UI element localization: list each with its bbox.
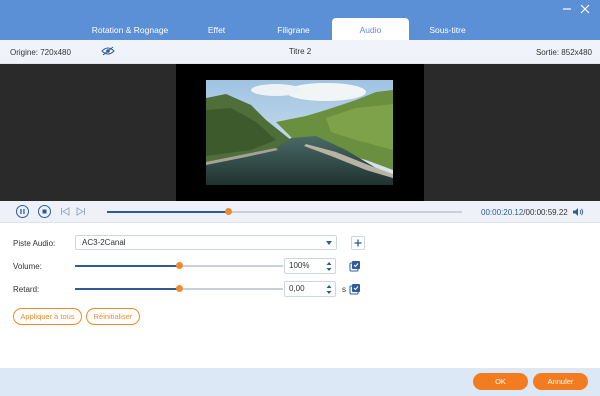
cancel-button[interactable]: Annuler xyxy=(533,373,588,390)
audio-track-select[interactable]: AC3-2Canal xyxy=(75,235,337,250)
delay-unit: s xyxy=(342,285,346,294)
video-frame xyxy=(176,64,424,201)
apply-delay-icon[interactable] xyxy=(349,283,361,295)
delay-label: Retard: xyxy=(13,285,40,294)
total-time: /00:00:59.22 xyxy=(523,208,568,217)
timeline-slider[interactable] xyxy=(107,208,462,215)
timeline-progress xyxy=(107,211,228,213)
delay-slider-handle[interactable] xyxy=(176,285,183,292)
output-resolution: Sortie: 852x480 xyxy=(535,48,592,57)
next-frame-button[interactable] xyxy=(76,207,86,216)
audio-track-label: Piste Audio: xyxy=(13,239,56,248)
footer-bar: OK Annuler xyxy=(0,368,600,396)
volume-value: 100% xyxy=(289,261,310,270)
volume-slider-handle[interactable] xyxy=(176,262,183,269)
delay-value: 0,00 xyxy=(289,284,305,293)
delay-slider[interactable] xyxy=(75,285,283,292)
info-bar: Origine: 720x480 Titre 2 Sortie: 852x480 xyxy=(0,40,600,64)
ok-button[interactable]: OK xyxy=(473,373,528,390)
title-bar: Rotation & Rognage Effet Filigrane Audio… xyxy=(0,0,600,40)
tab-filigrane[interactable]: Filigrane xyxy=(255,18,332,40)
pause-icon xyxy=(20,209,25,214)
video-title: Titre 2 xyxy=(288,47,312,56)
plus-icon xyxy=(354,239,362,247)
audio-settings-panel: Piste Audio: AC3-2Canal Volume: 100% Ret… xyxy=(0,223,600,368)
volume-label: Volume: xyxy=(13,262,42,271)
pause-button[interactable] xyxy=(16,205,29,218)
tab-sous-titre[interactable]: Sous-titre xyxy=(409,18,486,40)
tab-bar: Rotation & Rognage Effet Filigrane Audio… xyxy=(82,18,486,40)
volume-slider-fill xyxy=(75,265,179,267)
apply-volume-icon[interactable] xyxy=(349,260,361,272)
tab-rotation[interactable]: Rotation & Rognage xyxy=(82,18,178,40)
delay-slider-fill xyxy=(75,288,179,290)
volume-spinbox[interactable]: 100% xyxy=(284,258,336,274)
video-thumbnail xyxy=(206,80,393,185)
apply-to-all-button[interactable]: Appliquer à tous xyxy=(13,308,82,325)
volume-slider[interactable] xyxy=(75,262,283,269)
skip-forward-icon xyxy=(76,207,85,216)
playback-controls: 00:00:20.12/00:00:59.22 xyxy=(0,201,600,223)
tab-audio[interactable]: Audio xyxy=(332,18,409,40)
time-display: 00:00:20.12/00:00:59.22 xyxy=(481,208,568,217)
current-time: 00:00:20.12 xyxy=(481,208,524,217)
audio-track-value: AC3-2Canal xyxy=(82,238,126,247)
timeline-handle[interactable] xyxy=(224,208,232,215)
skip-back-icon xyxy=(61,207,70,216)
spinner-arrows-icon[interactable] xyxy=(326,284,332,295)
stop-icon xyxy=(42,209,47,214)
chevron-down-icon xyxy=(326,241,332,245)
delay-spinbox[interactable]: 0,00 xyxy=(284,281,336,297)
previous-frame-button[interactable] xyxy=(60,207,70,216)
close-icon[interactable] xyxy=(579,3,591,15)
reset-button[interactable]: Réinitialiser xyxy=(86,308,140,325)
tab-effet[interactable]: Effet xyxy=(178,18,255,40)
add-audio-track-button[interactable] xyxy=(351,236,365,250)
minimize-icon[interactable] xyxy=(561,3,573,15)
spinner-arrows-icon[interactable] xyxy=(326,261,332,272)
preview-area xyxy=(0,64,600,201)
stop-button[interactable] xyxy=(38,205,51,218)
speaker-icon[interactable] xyxy=(572,207,584,219)
